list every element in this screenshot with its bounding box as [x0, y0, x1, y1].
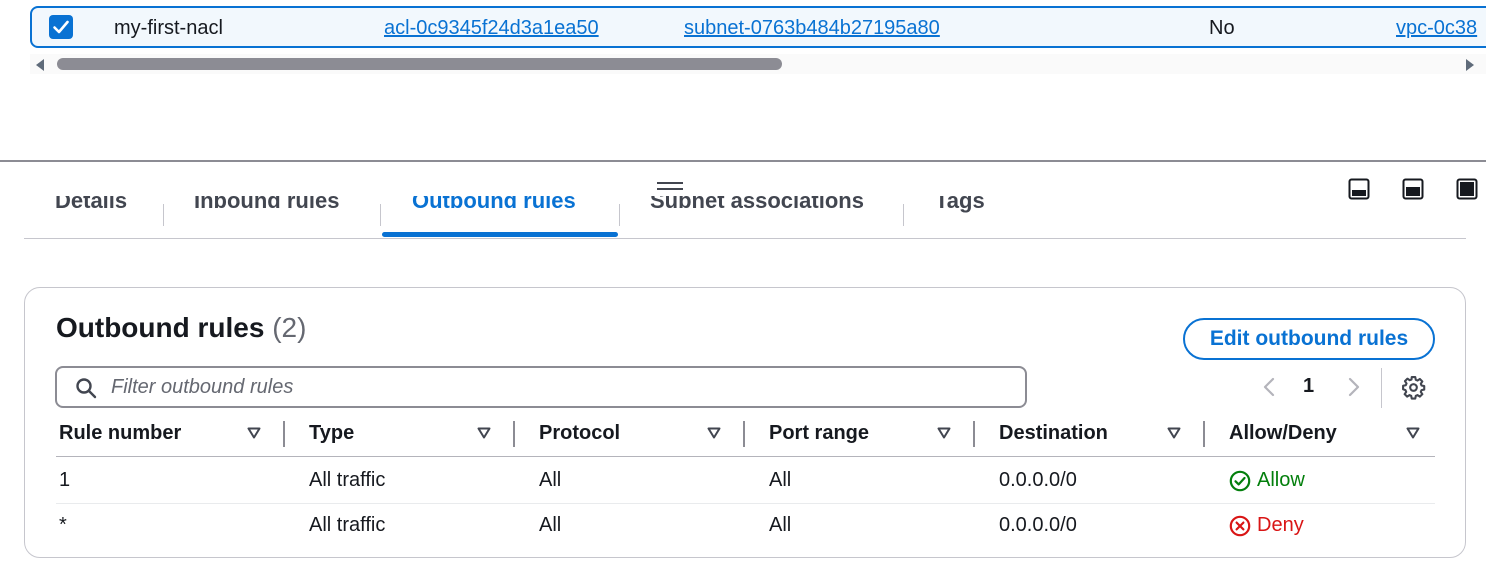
tab-separator: [163, 204, 164, 226]
column-header-port-range[interactable]: Port range: [769, 422, 869, 445]
tab-subnet-associations[interactable]: Subnet associations: [650, 196, 864, 214]
sort-icon[interactable]: [1167, 427, 1181, 439]
cell-destination: 0.0.0.0/0: [999, 469, 1077, 491]
sort-icon[interactable]: [937, 427, 951, 439]
scroll-right-icon[interactable]: [1464, 58, 1476, 72]
status-label: Allow: [1257, 469, 1305, 491]
column-header-rule-number[interactable]: Rule number: [59, 422, 181, 445]
x-circle-icon: [1229, 515, 1251, 536]
tab-tags[interactable]: Tags: [935, 196, 985, 214]
rule-count: (2): [272, 312, 307, 343]
checkmark-icon: [53, 20, 69, 34]
cell-port-range: All: [769, 469, 792, 491]
sort-icon[interactable]: [477, 427, 491, 439]
cell-rule-number: 1: [59, 469, 71, 491]
cell-port-range: All: [769, 514, 792, 536]
column-resizer[interactable]: [283, 421, 285, 447]
column-resizer[interactable]: [973, 421, 975, 447]
current-page[interactable]: 1: [1303, 375, 1314, 398]
column-header-type[interactable]: Type: [309, 422, 354, 445]
gear-icon[interactable]: [1401, 375, 1426, 400]
cell-rule-number: *: [59, 514, 67, 536]
scrollbar-thumb[interactable]: [57, 58, 782, 70]
cell-type: All traffic: [309, 469, 386, 491]
tab-separator: [619, 204, 620, 226]
column-header-allow-deny[interactable]: Allow/Deny: [1229, 422, 1337, 445]
subnet-id-link[interactable]: subnet-0763b484b27195a80: [684, 16, 940, 40]
tab-inbound-rules[interactable]: Inbound rules: [194, 196, 339, 214]
drag-handle-icon[interactable]: [656, 180, 684, 192]
tab-outbound-rules[interactable]: Outbound rules: [412, 196, 576, 214]
tab-separator: [380, 204, 381, 226]
filter-box: [55, 366, 1027, 408]
active-tab-indicator: [382, 232, 618, 237]
edit-outbound-rules-button[interactable]: Edit outbound rules: [1183, 318, 1435, 360]
search-icon: [76, 378, 97, 399]
previous-page-icon[interactable]: [1260, 376, 1278, 398]
sort-icon[interactable]: [1406, 427, 1420, 439]
nacl-name: my-first-nacl: [114, 17, 223, 39]
cell-destination: 0.0.0.0/0: [999, 514, 1077, 536]
next-page-icon[interactable]: [1345, 376, 1363, 398]
column-resizer[interactable]: [513, 421, 515, 447]
sort-icon[interactable]: [707, 427, 721, 439]
row-checkbox[interactable]: [49, 15, 73, 39]
cell-protocol: All: [539, 514, 562, 536]
filter-input[interactable]: [111, 375, 991, 399]
sort-icon[interactable]: [247, 427, 261, 439]
cell-protocol: All: [539, 469, 562, 491]
check-circle-icon: [1229, 470, 1251, 491]
column-resizer[interactable]: [1203, 421, 1205, 447]
vpc-id-link[interactable]: vpc-0c38: [1396, 16, 1477, 40]
pagination-separator: [1381, 368, 1382, 408]
nacl-id-link[interactable]: acl-0c9345f24d3a1ea50: [384, 16, 599, 40]
tab-details[interactable]: Details: [55, 196, 127, 214]
tab-list: Details Inbound rules Outbound rules Sub…: [24, 196, 1466, 240]
cell-allow-deny: Deny: [1229, 514, 1304, 537]
column-resizer[interactable]: [743, 421, 745, 447]
tab-separator: [903, 204, 904, 226]
container-title: Outbound rules: [56, 312, 265, 343]
cell-allow-deny: Allow: [1229, 469, 1305, 492]
split-panel-divider: [0, 160, 1486, 162]
scroll-left-icon[interactable]: [34, 58, 46, 72]
tabs-divider: [24, 238, 1466, 239]
column-header-protocol[interactable]: Protocol: [539, 422, 620, 445]
column-header-destination[interactable]: Destination: [999, 422, 1108, 445]
cell-type: All traffic: [309, 514, 386, 536]
status-label: Deny: [1257, 514, 1304, 536]
default-value: No: [1209, 17, 1235, 39]
container-heading: Outbound rules (2): [56, 311, 306, 345]
